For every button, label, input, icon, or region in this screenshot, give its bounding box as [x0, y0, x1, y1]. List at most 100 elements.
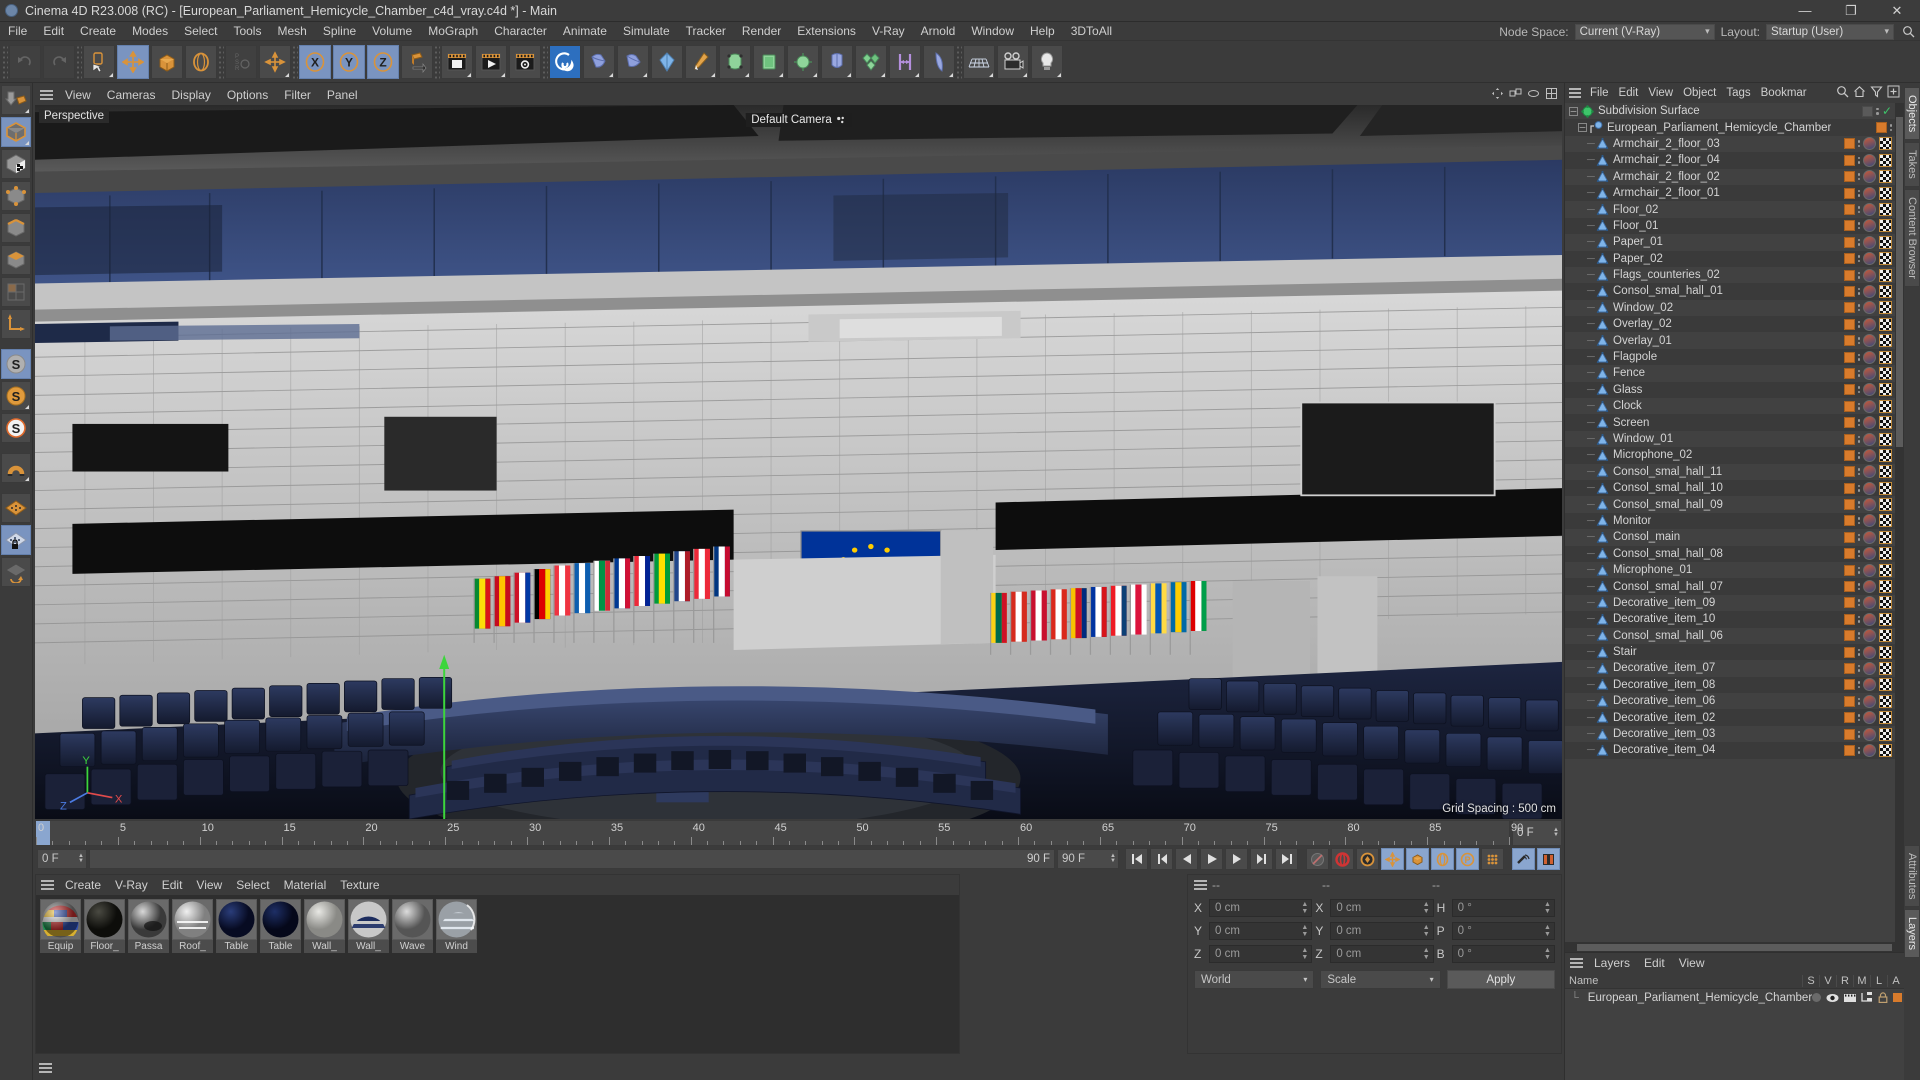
spinner-icon[interactable]: ▲ ▼ [78, 853, 86, 864]
move-tool-button[interactable] [117, 44, 149, 79]
search-icon[interactable] [1900, 24, 1916, 40]
object-tree-row[interactable]: ─ Armchair_2_floor_03 [1565, 136, 1904, 152]
range-start-field[interactable]: 0 F ▲ ▼ [37, 849, 87, 869]
object-tree-row[interactable]: ─ Decorative_item_06 [1565, 693, 1904, 709]
layer-color-swatch[interactable] [1843, 285, 1855, 297]
add-camera-button[interactable] [997, 44, 1029, 79]
layer-color-swatch[interactable] [1843, 744, 1855, 756]
layer-color-swatch[interactable] [1843, 646, 1855, 658]
material-tag-icon[interactable] [1863, 301, 1876, 315]
visibility-dots-icon[interactable] [1857, 484, 1860, 492]
menu-item-window[interactable]: Window [963, 22, 1022, 41]
object-tree-row[interactable]: ─ Clock [1565, 398, 1904, 414]
menu-item-simulate[interactable]: Simulate [615, 22, 678, 41]
uvw-tag-icon[interactable] [1879, 547, 1892, 561]
object-menu-edit[interactable]: Edit [1614, 83, 1644, 103]
spinner-icon[interactable]: ▲ ▼ [1544, 924, 1554, 938]
edge-mode-button[interactable] [1, 213, 31, 243]
object-tree-row[interactable]: ─ Decorative_item_07 [1565, 660, 1904, 676]
coordinate-mode-select[interactable]: Scale ▾ [1320, 970, 1441, 989]
object-tree-row[interactable]: ─ Decorative_item_09 [1565, 595, 1904, 611]
x-axis-lock-button[interactable]: X [299, 44, 331, 79]
object-tree-row[interactable]: ─ Fence [1565, 365, 1904, 381]
texture-mode-button[interactable] [1, 149, 31, 179]
side-tab-objects[interactable]: Objects [1904, 87, 1920, 141]
visibility-dots-icon[interactable] [1857, 746, 1860, 754]
layer-color-swatch[interactable] [1843, 367, 1855, 379]
layer-color-swatch[interactable] [1843, 318, 1855, 330]
material-tag-icon[interactable] [1863, 547, 1876, 561]
object-tree-row[interactable]: ─ Decorative_item_04 [1565, 742, 1904, 759]
add-cube-primitive-button[interactable] [583, 44, 615, 79]
visibility-dots-icon[interactable] [1857, 320, 1860, 328]
menu-item-3dtoall[interactable]: 3DToAll [1063, 22, 1120, 41]
material-tag-icon[interactable] [1863, 711, 1876, 725]
object-tree-scrollbar[interactable] [1895, 103, 1904, 942]
object-tree-row[interactable]: ─ Armchair_2_floor_02 [1565, 169, 1904, 185]
object-tree-row[interactable]: ─ Glass [1565, 381, 1904, 399]
object-tree[interactable]: ─ Subdivision Surface ✓ ─ European_Parliamen… [1565, 103, 1904, 942]
uvw-tag-icon[interactable] [1879, 743, 1892, 757]
layer-color-swatch[interactable] [1843, 220, 1855, 232]
object-menu-file[interactable]: File [1585, 83, 1614, 103]
uvw-tag-icon[interactable] [1879, 153, 1892, 167]
uvw-tag-icon[interactable] [1879, 186, 1892, 200]
render-to-picture-viewer-button[interactable] [475, 44, 507, 79]
material-tag-icon[interactable] [1863, 530, 1876, 544]
selection-tool-button[interactable] [83, 44, 115, 79]
side-tab-content-browser[interactable]: Content Browser [1904, 189, 1920, 287]
uvw-tag-icon[interactable] [1879, 416, 1892, 430]
uvw-tag-icon[interactable] [1879, 268, 1892, 282]
visibility-dots-icon[interactable] [1857, 140, 1860, 148]
material-item[interactable]: Wall_ [348, 899, 389, 953]
layer-color-swatch[interactable] [1843, 581, 1855, 593]
material-menu-view[interactable]: View [189, 875, 229, 895]
menu-item-select[interactable]: Select [176, 22, 225, 41]
visibility-dots-icon[interactable] [1857, 697, 1860, 705]
layer-menu-view[interactable]: View [1672, 953, 1712, 973]
coord-input-position[interactable]: 0 cm ▲ ▼ [1209, 922, 1313, 940]
close-button[interactable]: ✕ [1874, 0, 1920, 22]
object-tree-row[interactable]: ─ European_Parliament_Hemicycle_Chamber [1565, 119, 1904, 136]
object-tree-row[interactable]: ─ Floor_01 [1565, 217, 1904, 235]
material-tag-icon[interactable] [1863, 268, 1876, 282]
uvw-tag-icon[interactable] [1879, 399, 1892, 413]
toolbar-grip[interactable] [542, 44, 548, 79]
material-tag-icon[interactable] [1863, 219, 1876, 233]
menu-item-mesh[interactable]: Mesh [269, 22, 314, 41]
material-tag-icon[interactable] [1863, 203, 1876, 217]
coord-input-rotation[interactable]: 0 ° ▲ ▼ [1451, 922, 1555, 940]
object-tree-row[interactable]: ─ Screen [1565, 414, 1904, 431]
visibility-dots-icon[interactable] [1857, 599, 1860, 607]
material-tag-icon[interactable] [1863, 563, 1876, 577]
material-tag-icon[interactable] [1863, 596, 1876, 610]
layer-color-swatch[interactable] [1843, 662, 1855, 674]
uvw-tag-icon[interactable] [1879, 514, 1892, 528]
make-editable-button[interactable] [1, 85, 31, 115]
move-view-icon[interactable] [1491, 87, 1504, 103]
viewport-menu-view[interactable]: View [57, 88, 99, 102]
polygon-mode-button[interactable] [1, 245, 31, 275]
material-menu-texture[interactable]: Texture [333, 875, 386, 895]
uvw-tag-icon[interactable] [1879, 203, 1892, 217]
coord-input-size[interactable]: 0 cm ▲ ▼ [1330, 922, 1434, 940]
object-tree-row[interactable]: ─ Overlay_02 [1565, 316, 1904, 333]
status-hamburger-icon[interactable] [39, 1063, 52, 1073]
coord-input-rotation[interactable]: 0 ° ▲ ▼ [1451, 945, 1555, 963]
material-tag-icon[interactable] [1863, 678, 1876, 692]
quantize-button[interactable]: S [1, 413, 31, 443]
uvw-tag-icon[interactable] [1879, 301, 1892, 315]
add-generator-button[interactable] [651, 44, 683, 79]
layer-color-swatch[interactable] [1843, 236, 1855, 248]
uvw-tag-icon[interactable] [1879, 383, 1892, 397]
material-tag-icon[interactable] [1863, 350, 1876, 364]
material-tag-icon[interactable] [1863, 153, 1876, 167]
scale-key-button[interactable] [1406, 848, 1429, 870]
layer-color-swatch[interactable] [1843, 613, 1855, 625]
toolbar-grip[interactable] [2, 44, 8, 79]
visibility-dots-icon[interactable] [1857, 517, 1860, 525]
object-tree-row[interactable]: ─ Decorative_item_10 [1565, 611, 1904, 628]
spinner-icon[interactable]: ▲ ▼ [1110, 853, 1118, 864]
material-tag-icon[interactable] [1863, 416, 1876, 430]
object-tree-row[interactable]: ─ Floor_02 [1565, 201, 1904, 217]
